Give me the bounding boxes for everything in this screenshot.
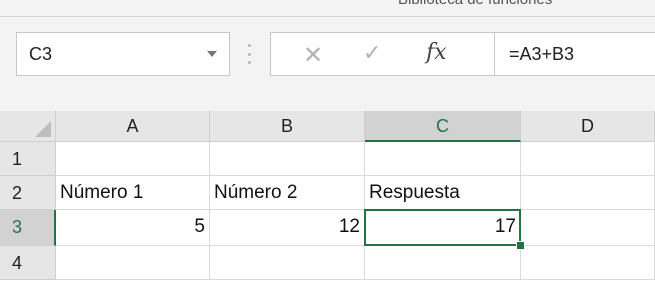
select-all-triangle-icon [35, 121, 51, 137]
name-box-value: C3 [29, 44, 53, 64]
fill-handle[interactable] [516, 241, 525, 250]
cell-c1[interactable] [365, 142, 521, 176]
chevron-down-icon[interactable] [207, 51, 217, 57]
cell-a2[interactable]: Número 1 [56, 176, 210, 210]
formula-buttons: ✕ ✓ fx [270, 32, 495, 76]
cell-b3[interactable]: 12 [210, 210, 365, 246]
select-all-button[interactable] [0, 111, 56, 142]
ribbon-group-label: Biblioteca de funciones [398, 0, 552, 8]
cell-c4[interactable] [365, 246, 521, 280]
cell-b4[interactable] [210, 246, 365, 280]
row-header-3[interactable]: 3 [0, 210, 56, 246]
cell-b1[interactable] [210, 142, 365, 176]
cell-d1[interactable] [521, 142, 655, 176]
cell-c2[interactable]: Respuesta [365, 176, 521, 210]
column-header-a[interactable]: A [56, 111, 210, 142]
column-header-d[interactable]: D [521, 111, 655, 142]
cell-a3[interactable]: 5 [56, 210, 210, 246]
name-box[interactable]: C3 [16, 32, 230, 76]
cell-c3[interactable]: 17 [365, 210, 521, 246]
cell-d3[interactable] [521, 210, 655, 246]
row-header-2[interactable]: 2 [0, 176, 56, 210]
formula-input[interactable]: =A3+B3 [494, 32, 655, 76]
formula-text: =A3+B3 [509, 44, 575, 64]
cell-b2[interactable]: Número 2 [210, 176, 365, 210]
insert-function-icon[interactable]: fx [426, 40, 447, 65]
cell-a1[interactable] [56, 142, 210, 176]
worksheet-grid: A B C D 1 2 3 4 Número 1 Número 2 Respue… [0, 111, 655, 297]
row-header-4[interactable]: 4 [0, 246, 56, 280]
column-header-c[interactable]: C [365, 111, 521, 142]
row-header-1[interactable]: 1 [0, 142, 56, 176]
ribbon-strip: Biblioteca de funciones [0, 0, 655, 17]
formula-bar: C3 ✕ ✓ fx =A3+B3 [0, 17, 655, 111]
grip-icon[interactable] [248, 44, 251, 64]
cell-d4[interactable] [521, 246, 655, 280]
cell-d2[interactable] [521, 176, 655, 210]
cell-a4[interactable] [56, 246, 210, 280]
cancel-x-icon[interactable]: ✕ [303, 41, 323, 69]
column-header-b[interactable]: B [210, 111, 365, 142]
checkmark-icon[interactable]: ✓ [363, 41, 381, 66]
